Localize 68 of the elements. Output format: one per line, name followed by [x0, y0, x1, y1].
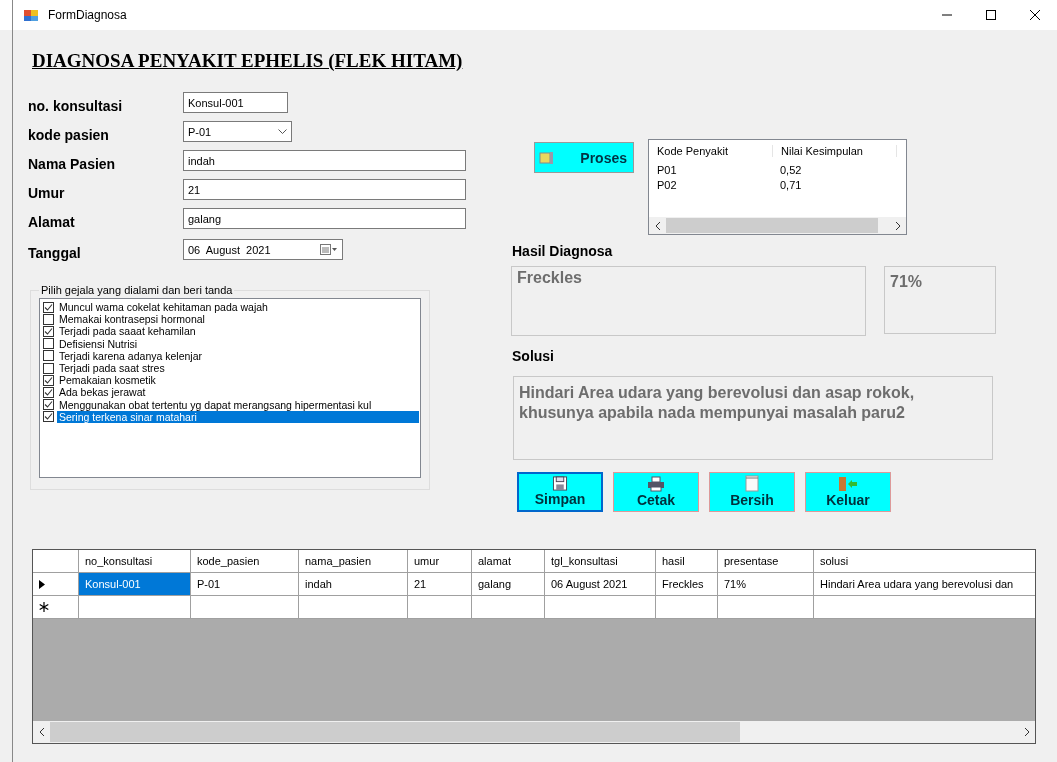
dropdown[interactable]: P-01: [183, 121, 292, 142]
chevron-down-icon: [278, 128, 287, 135]
action-button[interactable]: Keluar: [805, 472, 891, 512]
maximize-icon: [986, 10, 996, 20]
symptom-list[interactable]: [39, 298, 421, 478]
symptom-item[interactable]: Defisiensi Nutrisi: [57, 337, 140, 350]
symptom-item[interactable]: Sering terkena sinar matahari: [57, 410, 419, 423]
app-icon: [24, 8, 38, 22]
checkbox[interactable]: [43, 386, 54, 398]
close-icon: [1030, 10, 1040, 20]
checkbox[interactable]: [43, 325, 54, 337]
form-heading: DIAGNOSA PENYAKIT EPHELIS (FLEK HITAM): [32, 50, 463, 72]
field-label: Tanggal: [28, 244, 82, 261]
symptom-item[interactable]: Terjadi pada saat stres: [57, 362, 167, 375]
checkbox[interactable]: [43, 362, 54, 374]
symptom-item[interactable]: Menggunakan obat tertentu yg dapat merangsang hipermentasi kul: [57, 398, 374, 411]
column-header[interactable]: Nilai Kesimpulan: [773, 145, 897, 157]
action-button[interactable]: Bersih: [709, 472, 795, 512]
process-button[interactable]: Proses: [534, 142, 634, 173]
checkbox[interactable]: [43, 338, 54, 350]
section-label: Hasil Diagnosa: [512, 243, 614, 259]
checkbox[interactable]: [43, 350, 54, 362]
checkbox[interactable]: [43, 313, 54, 325]
group-title: Pilih gejala yang dialami dan beri tanda: [40, 284, 234, 296]
window-title: FormDiagnosa: [48, 8, 127, 22]
scroll-left-icon[interactable]: [654, 221, 661, 230]
percentage-output: 71%: [884, 266, 996, 334]
checkbox[interactable]: [43, 411, 54, 423]
action-button[interactable]: Cetak: [613, 472, 699, 512]
symptom-item[interactable]: Terjadi pada saaat kehamilan: [57, 325, 198, 338]
input-field[interactable]: 21: [183, 179, 466, 200]
input-field[interactable]: galang: [183, 208, 466, 229]
horizontal-scrollbar[interactable]: [649, 217, 906, 234]
scroll-left-icon[interactable]: [38, 728, 45, 736]
symptom-item[interactable]: Pemakaian kosmetik: [57, 374, 158, 387]
date-picker[interactable]: 06 August 2021: [183, 239, 343, 260]
field-label: no. konsultasi: [28, 97, 124, 114]
action-button[interactable]: Simpan: [517, 472, 603, 512]
exit-door-icon: [838, 476, 858, 492]
symptom-item[interactable]: Memakai kontrasepsi hormonal: [57, 313, 207, 326]
column-header[interactable]: Kode Penyakit: [649, 145, 773, 157]
input-field[interactable]: Konsul-001: [183, 92, 288, 113]
scroll-right-icon[interactable]: [894, 221, 901, 230]
list-cell-text: P01: [656, 163, 678, 176]
field-label: Alamat: [28, 213, 76, 230]
horizontal-scrollbar[interactable]: [33, 721, 1035, 743]
process-icon: [539, 149, 555, 166]
field-label: kode pasien: [28, 126, 110, 143]
table-cell[interactable]: Konsul-001: [79, 573, 191, 596]
diagnosis-output: Freckles: [511, 266, 866, 336]
solution-output: Hindari Area udara yang berevolusi dan asap rokok, khusunya apabila nada mempunyai masalah paru2: [513, 376, 993, 460]
field-label: Umur: [28, 184, 66, 201]
field-label: Nama Pasien: [28, 155, 117, 172]
list-cell-text: 0,71: [779, 178, 803, 191]
input-field[interactable]: indah: [183, 150, 466, 171]
list-cell-text: 0,52: [779, 163, 803, 176]
checkbox[interactable]: [43, 374, 54, 386]
checkbox[interactable]: [43, 399, 54, 411]
symptom-item[interactable]: Muncul wama cokelat kehitaman pada wajah: [57, 301, 270, 314]
calendar-icon: [320, 244, 338, 255]
checkbox[interactable]: [43, 301, 54, 313]
symptom-item[interactable]: Ada bekas jerawat: [57, 386, 148, 399]
scroll-right-icon[interactable]: [1023, 728, 1030, 736]
symptom-item[interactable]: Terjadi karena adanya kelenjar: [57, 349, 204, 362]
section-label: Solusi: [512, 348, 555, 364]
printer-icon: [647, 476, 665, 492]
list-cell-text: P02: [656, 178, 678, 191]
notepad-icon: [745, 475, 759, 492]
